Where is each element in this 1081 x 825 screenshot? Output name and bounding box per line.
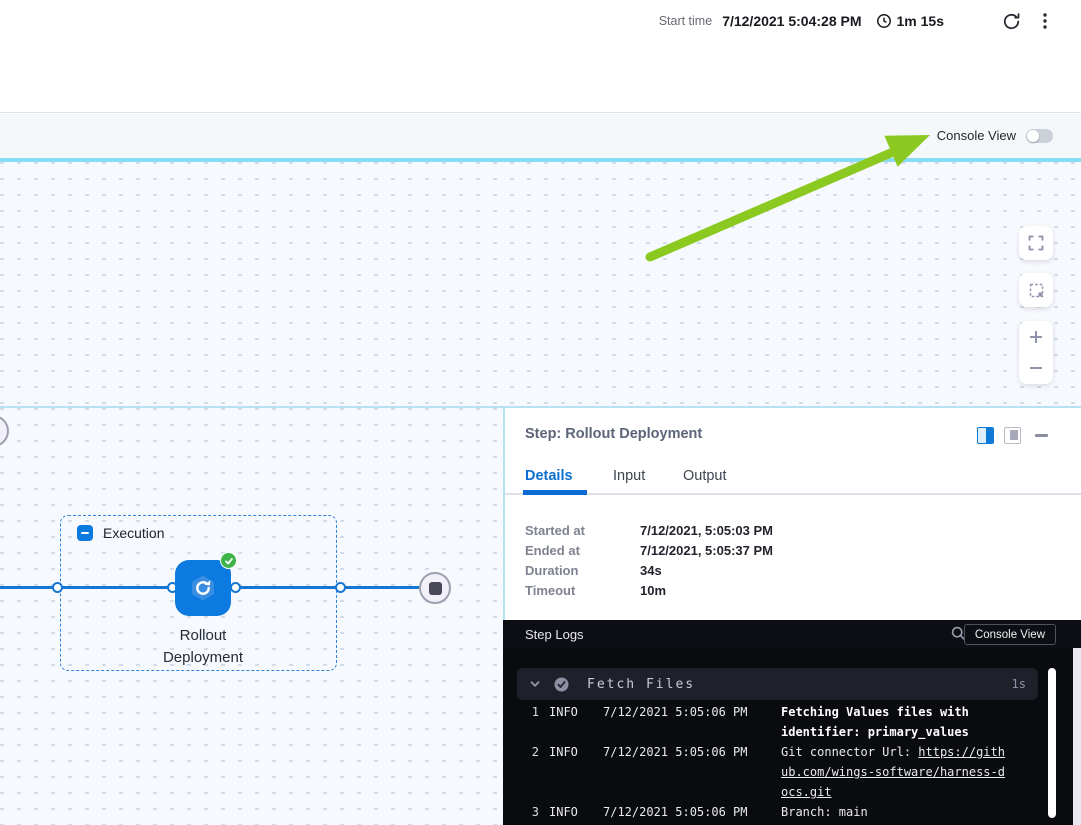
layout-fill — [1010, 430, 1018, 440]
step-logs-title: Step Logs — [525, 627, 584, 642]
step-logs-bar: Step Logs Console View — [503, 620, 1081, 648]
detail-row-duration: Duration 34s — [525, 560, 773, 580]
execution-group-label: Execution — [103, 525, 164, 541]
tab-output[interactable]: Output — [683, 468, 727, 484]
success-badge-icon — [220, 552, 237, 569]
active-tab-underline — [523, 490, 587, 495]
section-success-icon — [554, 677, 569, 692]
rollout-deployment-node[interactable] — [175, 560, 231, 616]
panel-scrollbar-track[interactable] — [1073, 648, 1081, 825]
step-details-panel: Step: Rollout Deployment Details Input O… — [503, 408, 1081, 825]
step-node-label: Rollout Deployment — [118, 625, 288, 669]
panel-minimize-button[interactable] — [1035, 434, 1048, 437]
stop-icon — [429, 582, 442, 595]
panel-layout-right-icon[interactable] — [977, 427, 994, 444]
minus-icon — [1028, 360, 1044, 376]
execution-meta: Start time 7/12/2021 5:04:28 PM 1m 15s — [659, 7, 1053, 35]
toggle-knob — [1027, 130, 1039, 142]
canvas-fit-selection-button[interactable] — [1019, 273, 1053, 307]
rollout-icon — [184, 569, 222, 607]
selection-box-icon — [1028, 282, 1045, 299]
log-console: Fetch Files 1s 1 INFO 7/12/2021 5:05:06 … — [503, 648, 1073, 825]
log-lines: 1 INFO 7/12/2021 5:05:06 PM Fetching Val… — [503, 702, 1048, 822]
log-line-1: 1 INFO 7/12/2021 5:05:06 PM Fetching Val… — [523, 702, 1008, 742]
zoom-in-button[interactable] — [1019, 322, 1053, 353]
pipeline-end-node[interactable] — [419, 572, 451, 604]
execution-collapse-button[interactable] — [77, 525, 93, 541]
log-scrollbar-thumb[interactable] — [1048, 668, 1056, 818]
offscreen-node[interactable] — [0, 415, 9, 447]
tab-details[interactable]: Details — [525, 468, 573, 484]
panel-title: Step: Rollout Deployment — [525, 426, 702, 442]
fullscreen-icon — [1028, 235, 1044, 251]
connector-port — [335, 582, 346, 593]
canvas-fullscreen-button[interactable] — [1019, 226, 1053, 260]
connector-port — [230, 582, 241, 593]
refresh-icon[interactable] — [1002, 12, 1021, 31]
start-time-value: 7/12/2021 5:04:28 PM — [722, 13, 861, 29]
log-line-3: 3 INFO 7/12/2021 5:05:06 PM Branch: main — [523, 802, 1008, 822]
plus-icon — [1028, 329, 1044, 345]
log-section-fetch-files[interactable]: Fetch Files 1s — [517, 668, 1038, 700]
start-time-label: Start time — [659, 14, 713, 28]
log-line-2: 2 INFO 7/12/2021 5:05:06 PM Git connecto… — [523, 742, 1008, 802]
page-header: Start time 7/12/2021 5:04:28 PM 1m 15s — [0, 0, 1081, 113]
pipeline-execution-screen: Start time 7/12/2021 5:04:28 PM 1m 15s — [0, 0, 1081, 825]
step-graph-canvas: Execution Rollout Deployment — [0, 408, 503, 825]
console-view-toggle[interactable] — [1026, 129, 1053, 143]
panel-layout-bottom-icon[interactable] — [1004, 427, 1021, 444]
stage-canvas — [0, 162, 1081, 406]
detail-row-started: Started at 7/12/2021, 5:05:03 PM — [525, 520, 773, 540]
connector-port — [52, 582, 63, 593]
kebab-menu-icon[interactable] — [1037, 12, 1053, 30]
clock-icon — [876, 13, 892, 29]
minus-icon — [81, 532, 89, 534]
canvas-zoom-controls — [1019, 321, 1053, 384]
tab-input[interactable]: Input — [613, 468, 645, 484]
step-detail-rows: Started at 7/12/2021, 5:05:03 PM Ended a… — [525, 520, 773, 600]
zoom-out-button[interactable] — [1019, 353, 1053, 384]
detail-row-ended: Ended at 7/12/2021, 5:05:37 PM — [525, 540, 773, 560]
detail-row-timeout: Timeout 10m — [525, 580, 773, 600]
layout-fill — [986, 428, 993, 443]
elapsed-duration: 1m 15s — [897, 13, 944, 29]
logs-console-view-button[interactable]: Console View — [964, 624, 1056, 645]
tabs-divider — [505, 493, 1081, 495]
console-view-label: Console View — [937, 128, 1016, 143]
chevron-down-icon — [529, 678, 541, 690]
log-section-name: Fetch Files — [587, 677, 695, 692]
log-section-duration: 1s — [1012, 677, 1026, 691]
stage-toolbar: Console View — [0, 114, 1081, 158]
